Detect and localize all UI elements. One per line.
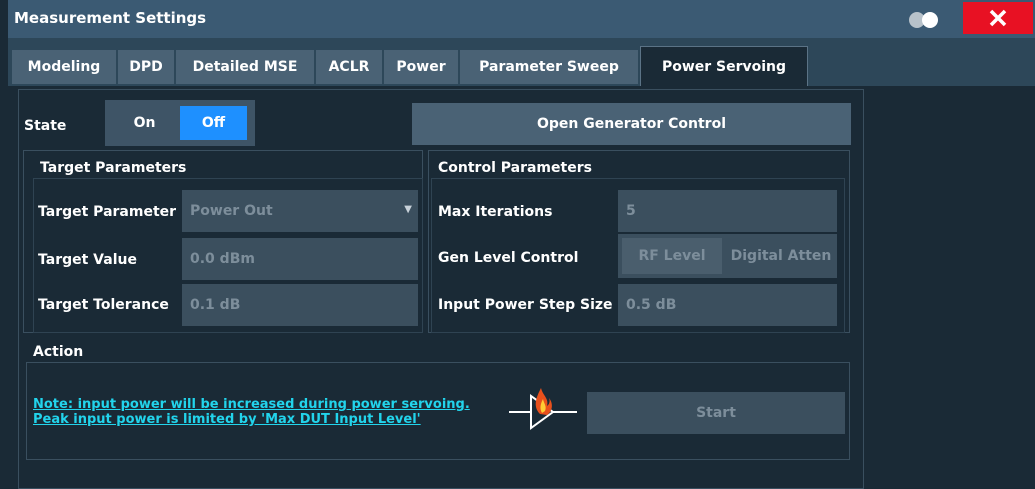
control-parameters-title: Control Parameters [438,160,592,176]
title-bar: Measurement Settings [8,0,1035,38]
target-value-field[interactable]: 0.0 dBm [182,238,418,280]
tab-bar: Modeling DPD Detailed MSE ACLR Power Par… [8,38,1035,86]
input-power-step-size-label: Input Power Step Size [438,297,613,313]
tab-dpd[interactable]: DPD [118,50,174,84]
input-power-step-size-field[interactable]: 0.5 dB [618,284,837,326]
tab-power-servoing[interactable]: Power Servoing [640,46,808,86]
power-servoing-note[interactable]: Note: input power will be increased duri… [33,397,470,427]
note-line-1: Note: input power will be increased duri… [33,397,470,412]
input-power-step-size-text: 0.5 dB [626,297,677,313]
rf-level-option[interactable]: RF Level [622,238,722,274]
max-iterations-field[interactable]: 5 [618,190,837,232]
tab-detailed-mse[interactable]: Detailed MSE [176,50,314,84]
target-parameter-value: Power Out [190,203,273,219]
state-label: State [24,118,67,134]
target-parameter-label: Target Parameter [38,204,177,220]
note-line-2: Peak input power is limited by 'Max DUT … [33,412,421,427]
tab-aclr[interactable]: ACLR [316,50,382,84]
state-toggle[interactable]: On Off [105,100,255,146]
state-on-button[interactable]: On [111,106,178,140]
close-icon [989,9,1007,27]
target-tolerance-field[interactable]: 0.1 dB [182,284,418,326]
toggle-icon[interactable] [905,11,942,29]
start-button[interactable]: Start [587,392,845,434]
target-tolerance-text: 0.1 dB [190,297,241,313]
max-iterations-label: Max Iterations [438,204,553,220]
chevron-down-icon: ▼ [404,204,412,215]
amplifier-fire-icon [509,388,577,430]
digital-atten-option[interactable]: Digital Atten [726,238,836,274]
close-button[interactable] [963,2,1033,34]
action-title: Action [33,344,84,360]
target-parameters-title: Target Parameters [40,160,187,176]
open-generator-control-button[interactable]: Open Generator Control [412,103,851,145]
tab-modeling[interactable]: Modeling [12,50,116,84]
tab-power[interactable]: Power [384,50,458,84]
target-parameter-dropdown[interactable]: Power Out ▼ [182,190,418,232]
target-tolerance-label: Target Tolerance [38,297,169,313]
window-title: Measurement Settings [14,9,207,27]
target-value-text: 0.0 dBm [190,251,255,267]
tab-parameter-sweep[interactable]: Parameter Sweep [460,50,638,84]
state-off-button[interactable]: Off [180,106,247,140]
max-iterations-text: 5 [626,203,636,219]
gen-level-control-toggle[interactable]: RF Level Digital Atten [618,234,837,278]
gen-level-control-label: Gen Level Control [438,250,579,266]
target-value-label: Target Value [38,252,137,268]
